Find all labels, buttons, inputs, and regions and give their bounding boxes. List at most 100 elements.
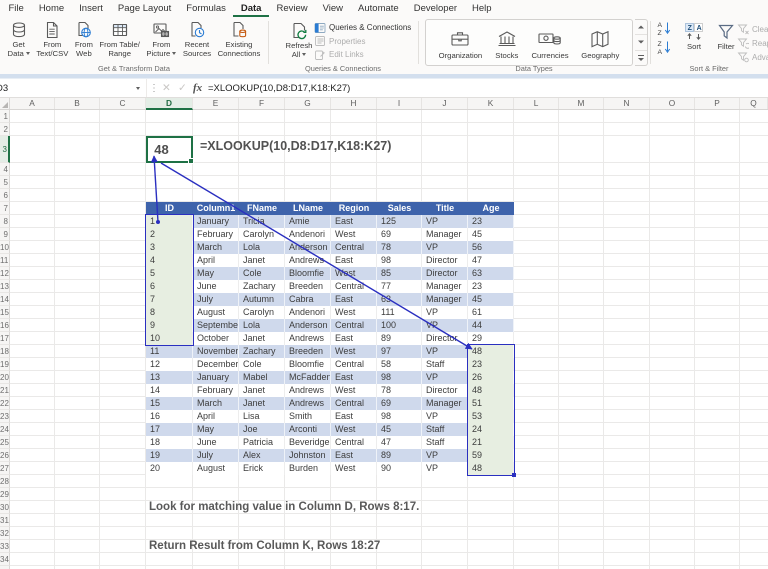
table-cell[interactable]: 12: [146, 358, 193, 371]
table-cell[interactable]: Cabra: [285, 293, 331, 306]
formula-annotation[interactable]: =XLOOKUP(10,D8:D17,K18:K27): [200, 139, 391, 153]
table-cell[interactable]: Carolyn: [239, 228, 285, 241]
table-cell[interactable]: July: [193, 293, 239, 306]
table-cell[interactable]: Janet: [239, 254, 285, 267]
row-header-25[interactable]: 25: [0, 436, 10, 449]
data-type-organization[interactable]: Organization: [439, 25, 482, 60]
table-cell[interactable]: 77: [377, 280, 422, 293]
properties-button[interactable]: Properties: [314, 35, 411, 49]
table-cell[interactable]: Director: [422, 267, 468, 280]
column-header-O[interactable]: O: [650, 98, 695, 109]
tab-file[interactable]: File: [1, 1, 31, 17]
table-cell[interactable]: Central: [331, 436, 377, 449]
tab-insert[interactable]: Insert: [72, 1, 111, 17]
column-header-E[interactable]: E: [193, 98, 239, 109]
table-cell[interactable]: June: [193, 436, 239, 449]
table-cell[interactable]: Andenori: [285, 228, 331, 241]
column-header-J[interactable]: J: [422, 98, 468, 109]
table-cell[interactable]: 11: [146, 345, 193, 358]
row-header-23[interactable]: 23: [0, 410, 10, 423]
table-cell[interactable]: Director: [422, 254, 468, 267]
table-cell[interactable]: Alex: [239, 449, 285, 462]
table-cell[interactable]: 111: [377, 306, 422, 319]
table-cell[interactable]: Andrews: [285, 332, 331, 345]
table-cell[interactable]: April: [193, 410, 239, 423]
table-cell[interactable]: West: [331, 267, 377, 280]
row-header-14[interactable]: 14: [0, 293, 10, 306]
column-header-L[interactable]: L: [514, 98, 559, 109]
table-cell[interactable]: 63: [468, 267, 514, 280]
row-header-1[interactable]: 1: [0, 110, 10, 123]
table-header-cell[interactable]: FName: [239, 202, 285, 215]
table-cell[interactable]: Central: [331, 319, 377, 332]
table-cell[interactable]: 89: [377, 449, 422, 462]
table-header-cell[interactable]: Age: [468, 202, 514, 215]
table-cell[interactable]: Bloomfie: [285, 358, 331, 371]
table-cell[interactable]: Lola: [239, 319, 285, 332]
row-header-13[interactable]: 13: [0, 280, 10, 293]
row-header-21[interactable]: 21: [0, 384, 10, 397]
table-cell[interactable]: Smith: [285, 410, 331, 423]
table-cell[interactable]: 14: [146, 384, 193, 397]
table-cell[interactable]: 78: [377, 384, 422, 397]
tab-formulas[interactable]: Formulas: [179, 1, 234, 17]
table-cell[interactable]: October: [193, 332, 239, 345]
data-type-currencies[interactable]: Currencies: [531, 25, 569, 60]
name-box[interactable]: D3: [0, 79, 147, 97]
table-cell[interactable]: 98: [377, 371, 422, 384]
column-header-M[interactable]: M: [559, 98, 604, 109]
note-lookup-text[interactable]: Look for matching value in Column D, Row…: [149, 501, 419, 513]
select-all-corner[interactable]: [0, 98, 10, 109]
table-cell[interactable]: Manager: [422, 280, 468, 293]
column-header-Q[interactable]: Q: [740, 98, 768, 109]
table-cell[interactable]: Manager: [422, 228, 468, 241]
table-cell[interactable]: 18: [146, 436, 193, 449]
table-cell[interactable]: Staff: [422, 436, 468, 449]
row-header-16[interactable]: 16: [0, 319, 10, 332]
existing-connections-button[interactable]: Existing Connections: [218, 17, 260, 58]
column-header-C[interactable]: C: [100, 98, 146, 109]
table-cell[interactable]: 97: [377, 345, 422, 358]
table-cell[interactable]: East: [331, 332, 377, 345]
sort-ascending-button[interactable]: A Z: [655, 20, 673, 36]
sort-descending-button[interactable]: Z A: [655, 39, 673, 55]
table-cell[interactable]: 13: [146, 371, 193, 384]
table-cell[interactable]: 47: [377, 436, 422, 449]
table-cell[interactable]: November: [193, 345, 239, 358]
column-header-F[interactable]: F: [239, 98, 285, 109]
table-cell[interactable]: Andrews: [285, 397, 331, 410]
table-header-cell[interactable]: Title: [422, 202, 468, 215]
row-header-30[interactable]: 30: [0, 501, 10, 514]
row-header-6[interactable]: 6: [0, 189, 10, 202]
row-header-9[interactable]: 9: [0, 228, 10, 241]
table-cell[interactable]: 61: [468, 306, 514, 319]
tab-home[interactable]: Home: [31, 1, 71, 17]
table-cell[interactable]: Director: [422, 332, 468, 345]
table-cell[interactable]: VP: [422, 410, 468, 423]
row-header-10[interactable]: 10: [0, 241, 10, 254]
table-cell[interactable]: Central: [331, 280, 377, 293]
data-type-stocks[interactable]: Stocks: [495, 25, 519, 60]
table-cell[interactable]: East: [331, 293, 377, 306]
table-cell[interactable]: Andrews: [285, 254, 331, 267]
table-cell[interactable]: East: [331, 410, 377, 423]
table-cell[interactable]: 90: [377, 462, 422, 475]
column-header-H[interactable]: H: [331, 98, 377, 109]
row-header-8[interactable]: 8: [0, 215, 10, 228]
table-cell[interactable]: 89: [377, 332, 422, 345]
table-cell[interactable]: July: [193, 449, 239, 462]
sort-button[interactable]: Z A Sort: [678, 19, 710, 51]
row-header-3[interactable]: 3: [0, 136, 10, 163]
table-cell[interactable]: Arconti: [285, 423, 331, 436]
table-cell[interactable]: 98: [377, 410, 422, 423]
column-header-K[interactable]: K: [468, 98, 514, 109]
table-cell[interactable]: January: [193, 215, 239, 228]
table-cell[interactable]: Central: [331, 241, 377, 254]
table-cell[interactable]: Patricia: [239, 436, 285, 449]
from-table-range-button[interactable]: From Table/ Range: [99, 17, 140, 58]
table-cell[interactable]: Amie: [285, 215, 331, 228]
tab-review[interactable]: Review: [269, 1, 315, 17]
table-cell[interactable]: VP: [422, 319, 468, 332]
table-cell[interactable]: Zachary: [239, 345, 285, 358]
row-header-19[interactable]: 19: [0, 358, 10, 371]
